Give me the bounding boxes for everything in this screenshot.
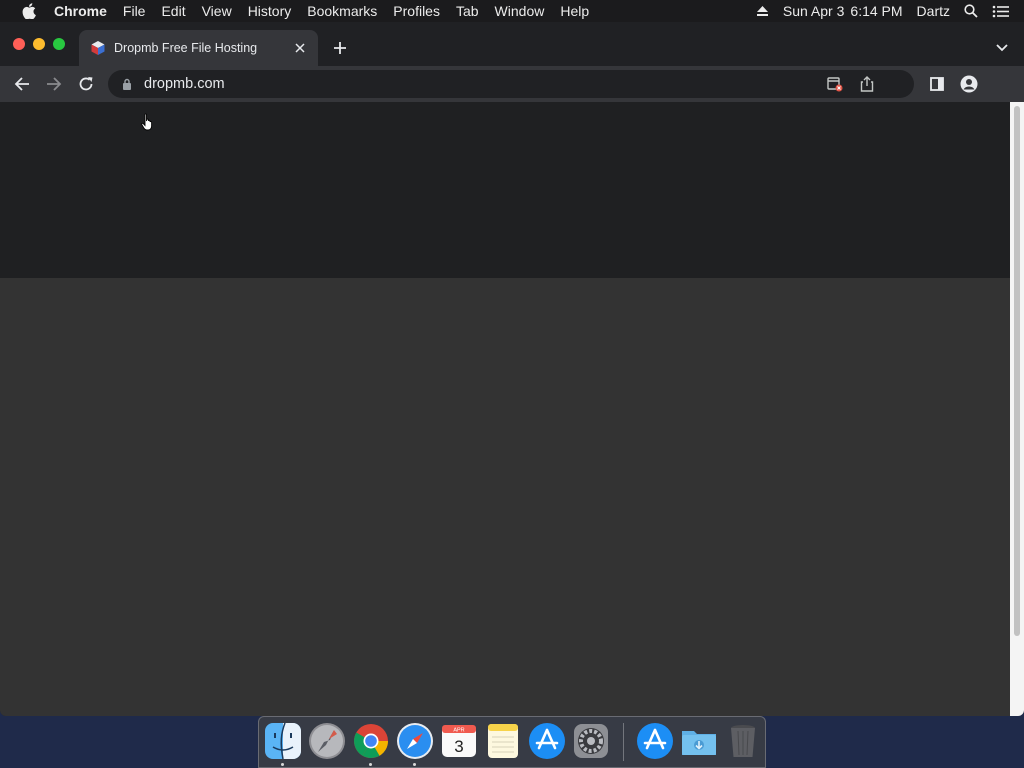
google-chrome-icon[interactable] [351, 721, 391, 761]
safari-icon[interactable] [395, 721, 435, 761]
launchpad-icon[interactable] [307, 721, 347, 761]
downloads-folder-icon[interactable] [679, 721, 719, 761]
side-panel-icon[interactable] [925, 72, 949, 96]
menu-view[interactable]: View [202, 3, 232, 19]
scrollbar-thumb[interactable] [1014, 106, 1020, 636]
dock: APR 3 [258, 716, 766, 768]
tab-close-icon[interactable] [292, 40, 308, 56]
tab-dropmb[interactable]: Dropmb Free File Hosting [79, 30, 318, 66]
notes-icon[interactable] [483, 721, 523, 761]
browser-toolbar: dropmb.com [0, 66, 1024, 102]
trash-icon[interactable] [723, 721, 763, 761]
chrome-running-indicator [369, 763, 372, 766]
vertical-scrollbar[interactable] [1010, 102, 1024, 716]
finder-icon[interactable] [263, 721, 303, 761]
menu-tab[interactable]: Tab [456, 3, 479, 19]
safari-running-indicator [413, 763, 416, 766]
menu-bar-user[interactable]: Dartz [917, 3, 950, 19]
tab-title: Dropmb Free File Hosting [114, 41, 258, 55]
lock-icon[interactable] [120, 77, 134, 91]
url-text[interactable]: dropmb.com [144, 76, 914, 92]
popup-blocked-icon[interactable] [826, 75, 844, 93]
calendar-icon[interactable]: APR 3 [439, 721, 479, 761]
new-tab-button[interactable] [330, 38, 350, 58]
eject-icon[interactable] [756, 5, 769, 17]
page-content [0, 102, 1010, 716]
hand-cursor-icon [141, 113, 153, 131]
menu-bar-time[interactable]: 6:14 PM [850, 3, 902, 19]
app-store-icon[interactable] [527, 721, 567, 761]
address-bar[interactable]: dropmb.com [108, 70, 914, 98]
menu-help[interactable]: Help [560, 3, 589, 19]
menu-app-name[interactable]: Chrome [54, 3, 107, 19]
menu-window[interactable]: Window [495, 3, 545, 19]
tab-strip: Dropmb Free File Hosting [0, 22, 1024, 66]
control-center-icon[interactable] [992, 5, 1010, 18]
share-icon[interactable] [858, 75, 876, 93]
dock-separator [623, 723, 624, 761]
window-minimize-button[interactable] [33, 38, 45, 50]
apple-icon[interactable] [18, 0, 40, 22]
menu-bar-date[interactable]: Sun Apr 3 [783, 3, 845, 19]
menu-file[interactable]: File [123, 3, 146, 19]
system-preferences-gear-icon[interactable] [571, 721, 611, 761]
menu-bar: Chrome File Edit View History Bookmarks … [0, 0, 1024, 22]
window-close-button[interactable] [13, 38, 25, 50]
menu-history[interactable]: History [248, 3, 292, 19]
menu-bar-status-area: Sun Apr 3 6:14 PM Dartz [756, 0, 1024, 22]
tab-search-chevron-down-icon[interactable] [994, 40, 1010, 56]
profile-icon[interactable] [957, 72, 981, 96]
finder-running-indicator [281, 763, 284, 766]
dropmb-cube-icon [90, 40, 106, 56]
back-icon[interactable] [10, 72, 34, 96]
calendar-month: APR [453, 728, 464, 734]
menu-edit[interactable]: Edit [161, 3, 185, 19]
forward-icon[interactable] [42, 72, 66, 96]
calendar-day: 3 [454, 737, 463, 756]
spotlight-search-icon[interactable] [964, 4, 978, 18]
app-store-downloads-icon[interactable] [635, 721, 675, 761]
menu-bookmarks[interactable]: Bookmarks [307, 3, 377, 19]
reload-icon[interactable] [74, 72, 98, 96]
menu-profiles[interactable]: Profiles [393, 3, 440, 19]
window-zoom-button[interactable] [53, 38, 65, 50]
